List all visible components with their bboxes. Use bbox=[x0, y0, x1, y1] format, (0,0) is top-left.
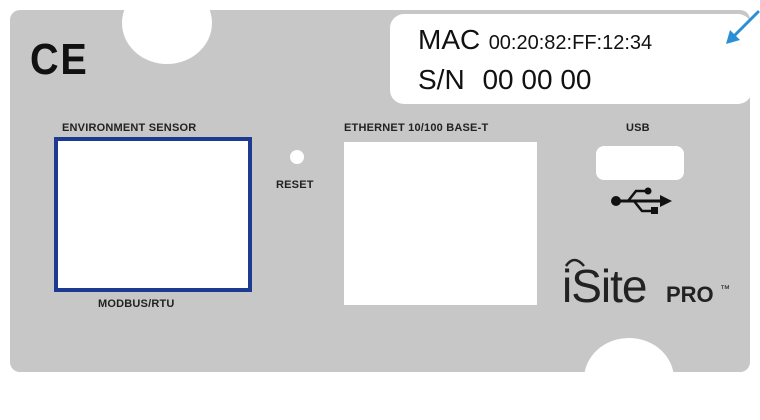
svg-text:™: ™ bbox=[720, 284, 730, 295]
mounting-cutout-top bbox=[122, 0, 212, 64]
ethernet-label: ETHERNET 10/100 BASE-T bbox=[344, 122, 489, 134]
serial-label: S/N bbox=[418, 64, 465, 95]
mac-address: 00:20:82:FF:12:34 bbox=[488, 32, 653, 54]
environment-sensor-port[interactable] bbox=[54, 137, 252, 292]
svg-text:PRO: PRO bbox=[666, 282, 714, 307]
ce-mark: CE bbox=[30, 35, 89, 84]
usb-icon bbox=[611, 187, 672, 214]
modbus-label: MODBUS/RTU bbox=[98, 298, 175, 310]
svg-text:iSite: iSite bbox=[562, 260, 646, 312]
environment-sensor-label: ENVIRONMENT SENSOR bbox=[62, 122, 197, 134]
mac-label-sticker: MAC 00:20:82:FF:12:34 S/N 00 00 00 bbox=[390, 14, 752, 104]
mac-line: MAC 00:20:82:FF:12:34 bbox=[418, 26, 652, 54]
usb-port[interactable] bbox=[596, 146, 684, 180]
usb-label: USB bbox=[626, 122, 650, 134]
arrow-icon bbox=[726, 10, 760, 44]
reset-label: RESET bbox=[276, 179, 314, 191]
mac-label: MAC bbox=[418, 24, 481, 55]
isite-pro-logo: iSite PRO ™ bbox=[562, 258, 730, 312]
ethernet-port[interactable] bbox=[344, 142, 537, 305]
serial-line: S/N 00 00 00 bbox=[418, 66, 591, 94]
mounting-cutout-bottom bbox=[584, 338, 674, 420]
serial-number: 00 00 00 bbox=[482, 64, 592, 95]
reset-button[interactable] bbox=[290, 150, 304, 164]
